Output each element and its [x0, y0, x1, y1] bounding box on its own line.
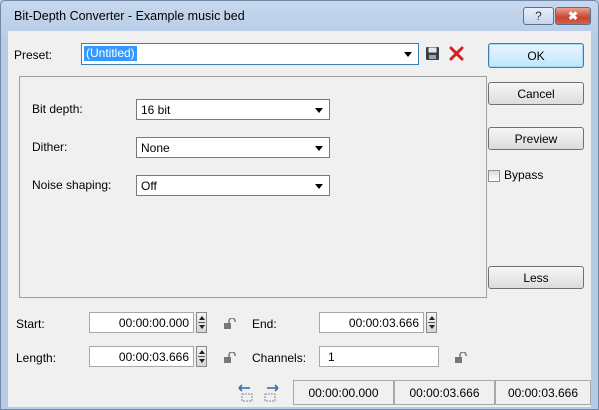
noise-shaping-label: Noise shaping: [32, 178, 112, 192]
end-value: 00:00:03.666 [348, 316, 419, 330]
less-button[interactable]: Less [488, 266, 584, 289]
window-title: Bit-Depth Converter - Example music bed [14, 9, 245, 23]
preview-button[interactable]: Preview [488, 127, 584, 150]
delete-preset-icon[interactable] [449, 46, 464, 61]
length-field[interactable]: 00:00:03.666 [89, 346, 194, 367]
length-label: Length: [16, 351, 57, 365]
unlock-icon[interactable] [223, 352, 237, 364]
selection-right-icon[interactable] [262, 383, 282, 403]
bit-depth-value: 16 bit [141, 103, 171, 117]
start-value: 00:00:00.000 [118, 316, 189, 330]
dither-select[interactable]: None [136, 137, 330, 158]
preset-value: (Untitled) [84, 46, 137, 61]
end-spinner[interactable] [426, 312, 437, 333]
channels-field[interactable]: 1 [319, 346, 439, 367]
chevron-down-icon [404, 52, 412, 57]
help-button[interactable]: ? [523, 7, 554, 25]
status-end: 00:00:03.666 [394, 380, 495, 405]
start-spinner[interactable] [196, 312, 207, 333]
title-bar[interactable]: Bit-Depth Converter - Example music bed … [1, 1, 598, 31]
length-value: 00:00:03.666 [118, 350, 189, 364]
chevron-down-icon [315, 146, 323, 151]
end-label: End: [252, 317, 277, 331]
start-label: Start: [16, 317, 45, 331]
start-field[interactable]: 00:00:00.000 [89, 312, 194, 333]
chevron-down-icon [315, 184, 323, 189]
cancel-button[interactable]: Cancel [488, 82, 584, 105]
length-spinner[interactable] [196, 346, 207, 367]
status-start: 00:00:00.000 [293, 380, 394, 405]
end-field[interactable]: 00:00:03.666 [319, 312, 424, 333]
dialog-body: Preset: (Untitled) OK Cancel Preview Byp… [8, 31, 591, 407]
ok-button[interactable]: OK [488, 43, 584, 68]
channels-label: Channels: [252, 351, 307, 365]
unlock-icon[interactable] [454, 352, 468, 364]
close-button[interactable]: ✖ [555, 7, 591, 25]
preset-label: Preset: [14, 48, 53, 62]
selection-left-icon[interactable] [236, 383, 256, 403]
unlock-icon[interactable] [223, 318, 237, 330]
bit-depth-select[interactable]: 16 bit [136, 99, 330, 120]
noise-shaping-value: Off [141, 179, 157, 193]
bypass-label: Bypass [504, 168, 544, 182]
noise-shaping-select[interactable]: Off [136, 175, 330, 196]
channels-value: 1 [328, 350, 335, 364]
dither-value: None [141, 141, 170, 155]
status-length: 00:00:03.666 [495, 380, 591, 405]
bit-depth-label: Bit depth: [32, 102, 83, 116]
dither-label: Dither: [32, 140, 68, 154]
dialog-window: Bit-Depth Converter - Example music bed … [0, 0, 599, 410]
bypass-checkbox[interactable] [488, 170, 500, 182]
chevron-down-icon [315, 108, 323, 113]
settings-panel: Bit depth: 16 bit Dither: None Noise sha… [19, 76, 487, 298]
preset-combo[interactable]: (Untitled) [81, 43, 419, 65]
save-preset-icon[interactable] [425, 46, 440, 61]
